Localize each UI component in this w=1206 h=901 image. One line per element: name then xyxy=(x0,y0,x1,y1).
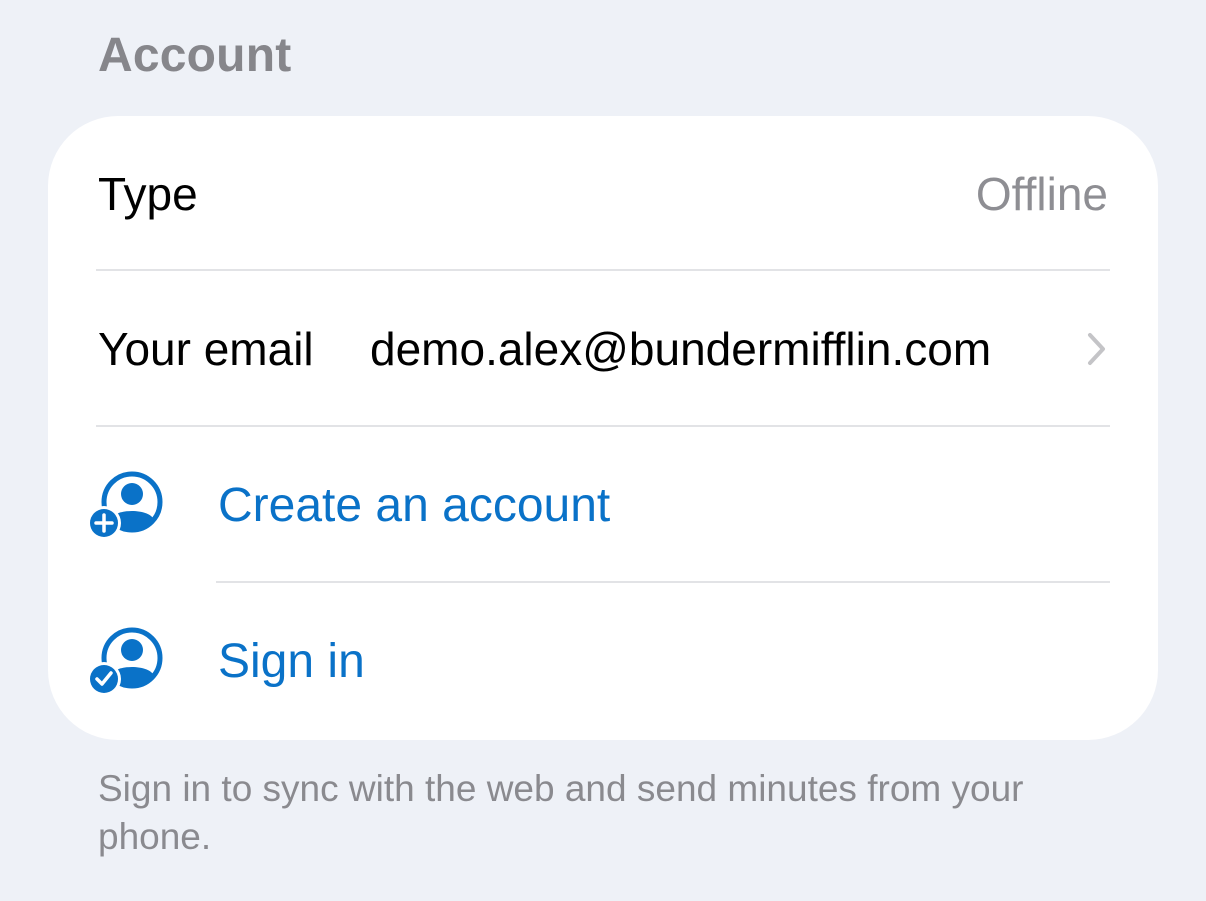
type-value: Offline xyxy=(975,167,1108,220)
section-header: Account xyxy=(98,29,292,82)
divider xyxy=(96,425,1110,427)
chevron-right-icon xyxy=(1088,332,1105,365)
type-row: Type Offline xyxy=(48,116,1158,271)
divider xyxy=(216,581,1110,583)
type-label: Type xyxy=(98,167,198,220)
create-account-link: Create an account xyxy=(218,479,611,532)
email-value: demo.alex@bundermifflin.com xyxy=(370,322,992,375)
email-label: Your email xyxy=(98,322,314,375)
create-account-row[interactable]: Create an account xyxy=(48,428,1158,583)
footer-note: Sign in to sync with the web and send mi… xyxy=(98,768,1024,857)
account-card: Type Offline Your email demo.alex@bunder… xyxy=(48,116,1158,740)
sign-in-link: Sign in xyxy=(218,635,365,688)
person-check-icon xyxy=(87,627,163,696)
sign-in-row[interactable]: Sign in xyxy=(48,584,1158,739)
person-add-icon xyxy=(87,471,163,540)
email-row[interactable]: Your email demo.alex@bundermifflin.com xyxy=(48,271,1158,426)
